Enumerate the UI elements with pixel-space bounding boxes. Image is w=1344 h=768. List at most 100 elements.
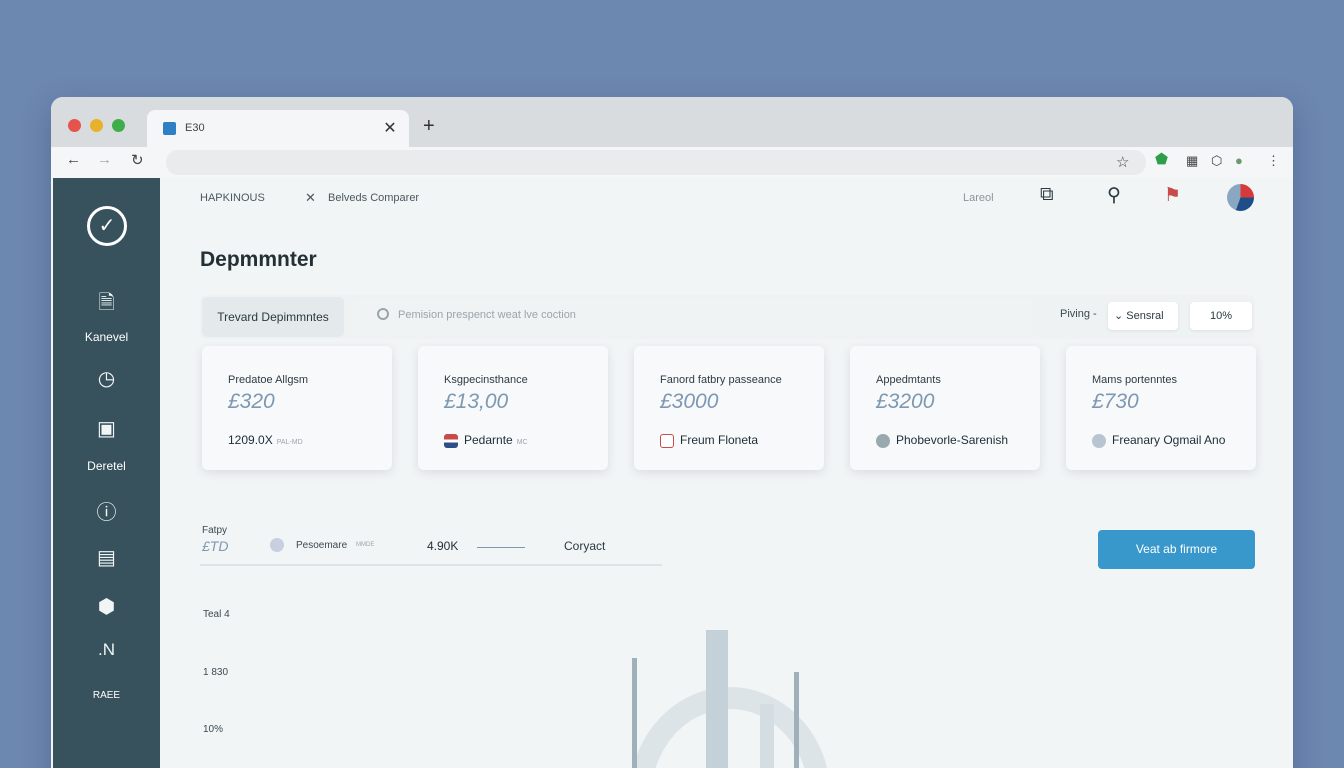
- card-footer: Phobevorle-Sarenish: [876, 433, 1008, 448]
- card-footer-text: Pedarnte: [464, 433, 513, 447]
- card-footer-sub: MC: [516, 439, 528, 446]
- stat-card[interactable]: Predatoe Allgsm £320 1209.0X PAL-MD: [202, 346, 392, 470]
- cube-icon[interactable]: ⬢: [53, 594, 160, 619]
- chart-illustration: [632, 630, 828, 768]
- card-footer-text: Freanary Ogmail Ano: [1112, 433, 1226, 447]
- person-icon: [1092, 433, 1106, 448]
- address-bar[interactable]: ☆: [166, 150, 1146, 175]
- chart-axis-label: Teal 4: [203, 609, 230, 620]
- card-value: £3200: [876, 390, 935, 413]
- summary-line: [477, 547, 525, 548]
- main-content: HAPKINOUS ✕ Belveds Comparer Lareol ⧉ ⚲ …: [160, 178, 1293, 768]
- summary-item: Pesoemare: [296, 540, 348, 551]
- card-footer-sub: PAL-MD: [276, 439, 303, 446]
- sidebar-item-label[interactable]: RAEE: [53, 690, 160, 701]
- sort-chevron-icon: ⌄: [1114, 310, 1124, 322]
- extension-grid-icon[interactable]: ▦: [1186, 153, 1198, 169]
- tower-bar: [760, 704, 774, 768]
- sidebar-item-label[interactable]: Kanevel: [53, 330, 160, 344]
- stat-card[interactable]: Appedmtants £3200 Phobevorle-Sarenish: [850, 346, 1040, 470]
- percent-select[interactable]: 10%: [1190, 302, 1252, 330]
- tab-bar: E30 ✕ +: [51, 97, 1293, 147]
- arc-shape: [632, 687, 828, 768]
- card-footer-text: 1209.0X: [228, 433, 273, 447]
- summary-item-sub: MMDE: [356, 542, 375, 548]
- nav-bar: ← → ↻ ☆ ⬟ ▦ ⬡ ● ⋮: [51, 147, 1293, 178]
- search-icon: [377, 308, 389, 320]
- search-input[interactable]: Pemision prespenct weat lve coction: [353, 299, 1033, 335]
- primary-action-button[interactable]: Veat ab firmore: [1098, 530, 1255, 569]
- search-placeholder: Pemision prespenct weat lve coction: [398, 309, 576, 321]
- tower-bar: [706, 630, 728, 768]
- browser-window: E30 ✕ + ← → ↻ ☆ ⬟ ▦ ⬡ ● ⋮ ✓ 🗎 Kanevel ◷ …: [51, 97, 1293, 768]
- menu-kebab-icon[interactable]: ⋮: [1267, 153, 1280, 169]
- list-icon[interactable]: ▤: [53, 545, 160, 570]
- card-footer: 1209.0X PAL-MD: [228, 433, 303, 447]
- favicon-icon: [163, 122, 176, 135]
- summary-amount: 4.90K: [427, 539, 459, 553]
- sidebar: ✓ 🗎 Kanevel ◷ ▣ Deretel ⓘ ▤ ⬢ .N RAEE: [53, 178, 160, 768]
- minimize-window-button[interactable]: [90, 119, 103, 132]
- antenna-right: [794, 672, 799, 768]
- page-title: Depmmnter: [200, 248, 317, 271]
- card-label: Ksgpecinsthance: [444, 374, 528, 386]
- card-value: £3000: [660, 390, 719, 413]
- breadcrumb-current[interactable]: Belveds Comparer: [328, 192, 419, 204]
- stat-card[interactable]: Fanord fatbry passeance £3000 Freum Flon…: [634, 346, 824, 470]
- breadcrumb-root[interactable]: HAPKINOUS: [200, 192, 265, 204]
- extension-shield-icon[interactable]: ⬟: [1155, 150, 1168, 168]
- n-icon[interactable]: .N: [53, 640, 160, 660]
- sort-select-label: Sensral: [1126, 310, 1164, 322]
- maximize-window-button[interactable]: [112, 119, 125, 132]
- card-label: Appedmtants: [876, 374, 941, 386]
- tab-close-icon[interactable]: ✕: [381, 118, 399, 138]
- clock-icon[interactable]: ◷: [53, 366, 160, 391]
- summary-strip: Fatpy £TD Pesoemare MMDE 4.90K Coryact: [200, 525, 662, 566]
- card-value: £320: [228, 390, 275, 413]
- card-value: £730: [1092, 390, 1139, 413]
- chart-axis-label: 10%: [203, 724, 224, 735]
- card-label: Mams portenntes: [1092, 374, 1177, 386]
- summary-label: Fatpy: [202, 525, 228, 536]
- card-label: Fanord fatbry passeance: [660, 374, 782, 386]
- stat-card[interactable]: Mams portenntes £730 Freanary Ogmail Ano: [1066, 346, 1256, 470]
- forward-icon[interactable]: →: [97, 151, 112, 168]
- back-icon[interactable]: ←: [66, 151, 81, 168]
- image-icon: [660, 433, 674, 448]
- logo-icon[interactable]: ✓: [87, 206, 127, 246]
- sidebar-item-label[interactable]: Deretel: [53, 459, 160, 473]
- user-search-icon[interactable]: ⚲: [1107, 184, 1121, 207]
- pricing-label: Piving -: [1060, 308, 1097, 320]
- card-footer-text: Phobevorle-Sarenish: [896, 433, 1009, 447]
- tab-departments[interactable]: Trevard Depimmntes: [202, 297, 344, 337]
- flag-icon[interactable]: ⚑: [1164, 184, 1181, 207]
- breadcrumb-close-icon[interactable]: ✕: [305, 190, 316, 206]
- alert-icon[interactable]: ⓘ: [53, 496, 160, 525]
- profile-icon[interactable]: ●: [1235, 153, 1243, 168]
- new-tab-button[interactable]: +: [423, 115, 435, 138]
- summary-value: £TD: [202, 538, 229, 554]
- active-tab[interactable]: E30 ✕: [147, 110, 409, 147]
- archive-icon[interactable]: ▣: [53, 416, 160, 441]
- sort-select[interactable]: ⌄ Sensral: [1108, 302, 1178, 330]
- contact-link[interactable]: Coryact: [564, 539, 605, 553]
- header-link[interactable]: Lareol: [963, 192, 994, 204]
- antenna-left: [632, 658, 637, 768]
- bookmark-star-icon[interactable]: ☆: [1116, 153, 1129, 171]
- close-window-button[interactable]: [68, 119, 81, 132]
- reload-icon[interactable]: ↻: [131, 151, 144, 169]
- chart-axis-label: 1 830: [203, 667, 229, 678]
- flag-icon: [444, 433, 458, 448]
- tab-title: E30: [185, 122, 205, 134]
- share-icon[interactable]: ⧉: [1040, 184, 1054, 206]
- avatar[interactable]: [1227, 184, 1254, 211]
- card-value: £13,00: [444, 390, 509, 413]
- extension-cube-icon[interactable]: ⬡: [1211, 153, 1222, 169]
- card-footer: Freum Floneta: [660, 433, 758, 448]
- card-footer: Pedarnte MC: [444, 433, 528, 448]
- card-label: Predatoe Allgsm: [228, 374, 309, 386]
- card-footer-text: Freum Floneta: [680, 433, 759, 447]
- stat-card[interactable]: Ksgpecinsthance £13,00 Pedarnte MC: [418, 346, 608, 470]
- document-icon[interactable]: 🗎: [53, 288, 160, 322]
- card-footer: Freanary Ogmail Ano: [1092, 433, 1225, 448]
